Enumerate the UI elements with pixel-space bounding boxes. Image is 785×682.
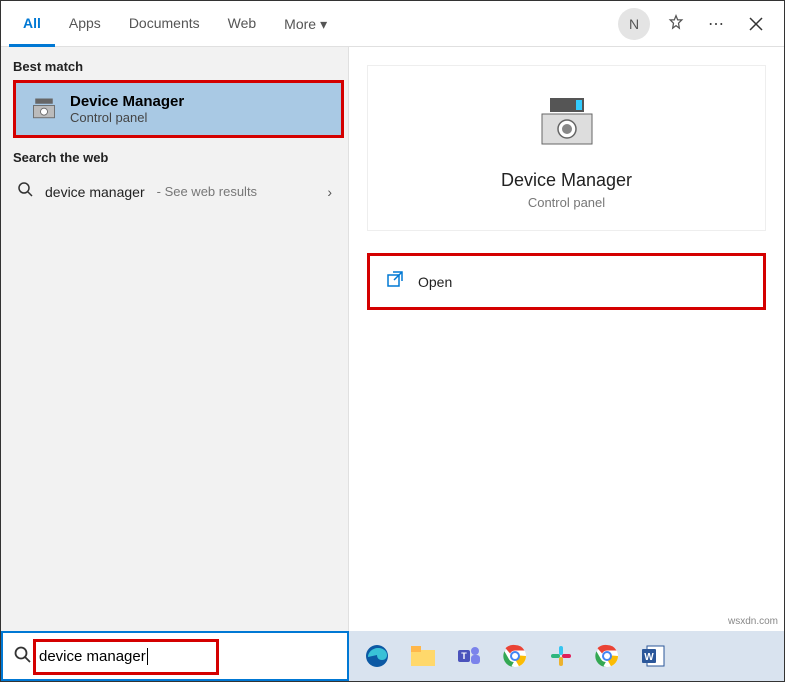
chevron-down-icon: ▾ xyxy=(320,2,327,46)
tab-all[interactable]: All xyxy=(9,1,55,47)
tab-apps[interactable]: Apps xyxy=(55,1,115,47)
best-match-subtitle: Control panel xyxy=(70,110,184,125)
tab-more-label: More xyxy=(284,2,316,46)
open-action[interactable]: Open xyxy=(367,253,766,310)
preview-title: Device Manager xyxy=(380,170,753,191)
best-match-title: Device Manager xyxy=(70,93,184,110)
preview-card: Device Manager Control panel xyxy=(367,65,766,231)
results-panel: Best match Device Manager Control panel … xyxy=(1,47,349,633)
taskbar-slack-icon[interactable] xyxy=(541,636,581,676)
web-result-hint: - See web results xyxy=(157,184,257,199)
watermark: wsxdn.com xyxy=(728,616,778,627)
web-result-row[interactable]: device manager - See web results › xyxy=(1,171,348,212)
tab-more[interactable]: More ▾ xyxy=(270,1,341,47)
tab-web[interactable]: Web xyxy=(214,1,271,47)
taskbar-explorer-icon[interactable] xyxy=(403,636,443,676)
search-tabs: All Apps Documents Web More ▾ N ⋯ xyxy=(1,1,784,47)
tab-documents[interactable]: Documents xyxy=(115,1,214,47)
open-label: Open xyxy=(418,274,452,290)
best-match-item[interactable]: Device Manager Control panel xyxy=(13,80,344,138)
svg-text:W: W xyxy=(644,652,654,663)
search-query: device manager xyxy=(39,648,148,665)
best-match-label: Best match xyxy=(1,47,348,80)
search-web-label: Search the web xyxy=(1,138,348,171)
feedback-icon[interactable] xyxy=(656,4,696,44)
preview-subtitle: Control panel xyxy=(380,195,753,210)
user-avatar[interactable]: N xyxy=(618,8,650,40)
search-bar[interactable]: device manager xyxy=(1,631,349,681)
chevron-right-icon: › xyxy=(327,184,332,200)
device-manager-icon xyxy=(30,95,58,123)
close-icon[interactable] xyxy=(736,4,776,44)
taskbar: T W xyxy=(349,631,784,681)
best-match-text: Device Manager Control panel xyxy=(70,93,184,125)
taskbar-word-icon[interactable]: W xyxy=(633,636,673,676)
svg-text:T: T xyxy=(461,651,467,661)
taskbar-edge-icon[interactable] xyxy=(357,636,397,676)
search-icon xyxy=(13,645,31,668)
more-options-icon[interactable]: ⋯ xyxy=(696,4,736,44)
open-icon xyxy=(386,270,404,293)
preview-panel: Device Manager Control panel Open xyxy=(349,47,784,633)
web-result-term: device manager xyxy=(45,184,145,200)
search-icon xyxy=(17,181,33,202)
taskbar-teams-icon[interactable]: T xyxy=(449,636,489,676)
taskbar-chrome-icon[interactable] xyxy=(495,636,535,676)
taskbar-chrome2-icon[interactable] xyxy=(587,636,627,676)
device-manager-large-icon xyxy=(532,94,602,154)
